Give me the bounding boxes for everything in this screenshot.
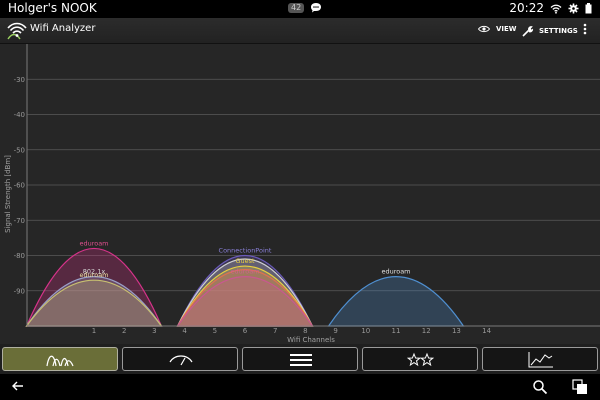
network-label: eduroam: [79, 239, 108, 247]
view-label: VIEW: [496, 25, 517, 33]
y-tick-label: -40: [14, 111, 25, 119]
y-axis-label: Signal Strength [dBm]: [4, 155, 12, 233]
gear-icon[interactable]: [568, 3, 579, 14]
x-tick-label: 7: [273, 327, 277, 335]
wifi-icon: [550, 4, 562, 14]
x-tick-label: 10: [361, 327, 370, 335]
network-label: eduroam: [79, 271, 108, 279]
list-icon: [290, 354, 312, 366]
network-label: Guest: [235, 257, 255, 265]
tab-channel-rating[interactable]: [362, 347, 478, 371]
view-button[interactable]: VIEW: [478, 25, 517, 33]
x-tick-label: 2: [122, 327, 126, 335]
network-label: eduroam: [230, 268, 259, 276]
eye-icon: [478, 25, 490, 33]
tab-signal-meter[interactable]: [122, 347, 238, 371]
action-bar: Wifi Analyzer VIEW SETTINGS: [0, 18, 600, 44]
channel-graph-icon: [46, 355, 74, 367]
time-graph-icon: [528, 352, 553, 368]
x-tick-label: 3: [152, 327, 156, 335]
bottom-tab-bar: [0, 344, 600, 374]
system-nav-bar: [0, 374, 600, 400]
x-tick-label: 6: [243, 327, 248, 335]
clock: 20:22: [509, 1, 544, 15]
status-icons: 20:22: [509, 0, 592, 17]
overflow-menu-icon[interactable]: [583, 22, 587, 36]
search-icon[interactable]: [532, 379, 548, 395]
x-tick-label: 4: [182, 327, 187, 335]
settings-label: SETTINGS: [539, 27, 578, 35]
wifi-analyzer-logo-icon: [7, 22, 27, 40]
device-name: Holger's NOOK: [8, 1, 97, 15]
tab-ap-list[interactable]: [242, 347, 358, 371]
x-tick-label: 11: [392, 327, 401, 335]
x-axis-label: Wifi Channels: [287, 336, 335, 344]
y-tick-label: -30: [14, 76, 25, 84]
settings-button[interactable]: SETTINGS: [522, 25, 578, 37]
y-tick-label: -60: [14, 182, 25, 190]
star-rating-icon: [407, 352, 435, 367]
network-label: eduroam: [381, 268, 410, 276]
notification-area: 42: [288, 2, 322, 13]
channel-graph-svg: eduroam802.1xeduroamConnectionPointGuest…: [4, 44, 600, 344]
x-tick-label: 12: [422, 327, 431, 335]
x-tick-label: 8: [303, 327, 307, 335]
channel-graph: eduroam 802.1x eduroam ConnectionPoint Guest…: [0, 44, 600, 344]
y-tick-label: -90: [14, 287, 25, 295]
signal-meter-icon: [169, 355, 193, 366]
x-tick-label: 5: [213, 327, 217, 335]
y-tick-label: -70: [14, 217, 25, 225]
battery-icon: [585, 3, 592, 14]
network-label: ConnectionPoint: [219, 247, 272, 255]
x-tick-label: 14: [482, 327, 491, 335]
notification-badge: 42: [288, 2, 305, 13]
status-bar: Holger's NOOK 42 20:22: [0, 0, 600, 18]
wrench-icon: [522, 26, 534, 37]
back-arrow-icon[interactable]: [10, 378, 26, 394]
tab-time-graph[interactable]: [482, 347, 598, 371]
y-tick-label: -50: [14, 146, 25, 154]
recent-apps-icon[interactable]: [572, 379, 588, 395]
chat-bubble-icon: [311, 3, 322, 13]
y-tick-label: -80: [14, 252, 25, 260]
x-tick-label: 9: [333, 327, 337, 335]
app-title: Wifi Analyzer: [30, 23, 96, 34]
x-tick-label: 13: [452, 327, 461, 335]
x-tick-label: 1: [92, 327, 96, 335]
tab-channel-graph[interactable]: [2, 347, 118, 371]
